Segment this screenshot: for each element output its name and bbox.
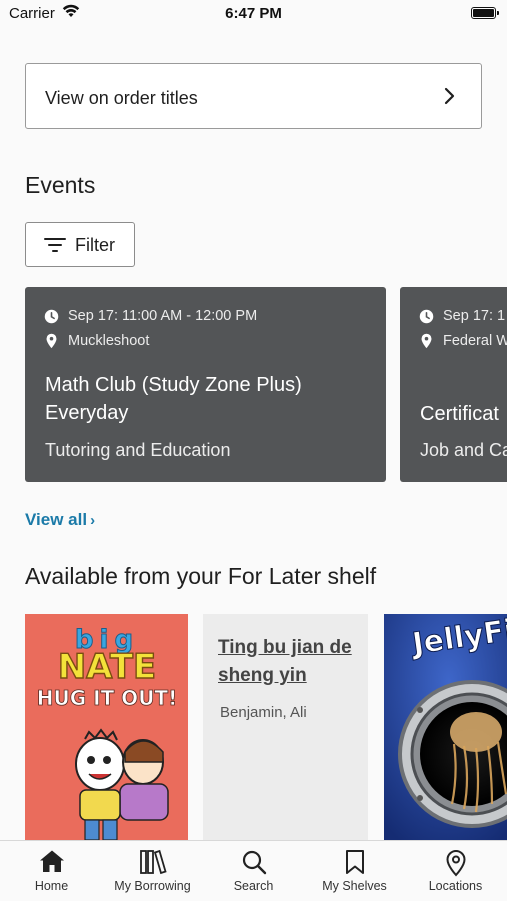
status-bar: Carrier 6:47 PM [0, 0, 507, 30]
view-all-events-link[interactable]: View all › [25, 510, 95, 530]
event-title: Math Club (Study Zone Plus) Everyday [45, 374, 302, 424]
tab-label: Locations [428, 879, 483, 893]
tab-label: My Borrowing [114, 879, 191, 893]
book-cover[interactable]: Ting bu jian de sheng yin Benjamin, Ali [203, 614, 368, 840]
clock-icon [44, 309, 59, 323]
location-pin-icon [46, 333, 57, 349]
event-time-row: Sep 17: 11:00 AM - 12:00 PM [44, 308, 257, 324]
view-on-order-titles-label: View on order titles [45, 88, 198, 108]
event-location: Federal W [443, 333, 507, 349]
cover-text-bottom: HUG IT OUT! [37, 686, 177, 710]
view-on-order-titles-button[interactable]: View on order titles [25, 63, 482, 129]
event-time-row: Sep 17: 1 [419, 308, 505, 324]
book-title[interactable]: Ting bu jian de sheng yin [218, 634, 358, 690]
tab-label: Home [34, 879, 69, 893]
filter-button[interactable]: Filter [25, 222, 135, 267]
bookmark-icon [344, 849, 366, 880]
event-card[interactable]: Sep 17: 1 Federal W Certificat Job and C… [400, 287, 507, 482]
event-category: Tutoring and Education [45, 440, 231, 460]
battery-icon [471, 7, 499, 19]
tab-label: My Shelves [322, 879, 387, 893]
event-location: Muckleshoot [68, 333, 150, 349]
event-location-row: Muckleshoot [44, 333, 149, 349]
tab-locations[interactable]: Locations [405, 841, 506, 901]
book-author: Benjamin, Ali [220, 704, 307, 721]
location-pin-icon [421, 333, 432, 349]
event-category: Job and Ca [420, 440, 507, 460]
tab-label: Search [233, 879, 274, 893]
chevron-right-icon: › [90, 512, 96, 529]
tab-my-shelves[interactable]: My Shelves [304, 841, 405, 901]
books-icon [139, 849, 167, 880]
book-cover[interactable]: JellyFi [384, 614, 507, 840]
search-icon [241, 849, 267, 880]
home-icon [39, 849, 65, 878]
event-location-row: Federal W [419, 333, 507, 349]
tab-home[interactable]: Home [1, 841, 102, 901]
event-time: Sep 17: 1 [443, 308, 506, 324]
view-all-label: View all [25, 510, 88, 529]
for-later-shelf-heading: Available from your For Later shelf [25, 563, 377, 589]
filter-label: Filter [75, 235, 115, 255]
bottom-tab-bar: Home My Borrowing Search My Shelves Loca… [0, 840, 507, 901]
clock-time: 6:47 PM [225, 5, 282, 22]
event-title: Certificat [420, 403, 499, 425]
event-time: Sep 17: 11:00 AM - 12:00 PM [68, 308, 258, 324]
filter-icon [44, 236, 66, 259]
cover-text-mid: NATE [58, 647, 157, 687]
clock-icon [419, 309, 434, 323]
tab-search[interactable]: Search [203, 841, 304, 901]
jellyfish-cover-art: JellyFi [384, 614, 507, 840]
chevron-right-icon [443, 87, 455, 110]
location-pin-icon [445, 849, 467, 882]
event-card[interactable]: Sep 17: 11:00 AM - 12:00 PM Muckleshoot … [25, 287, 386, 482]
book-cover[interactable]: big NATE HUG IT OUT! [25, 614, 188, 840]
big-nate-cover-art: big NATE HUG IT OUT! [25, 614, 188, 840]
tab-my-borrowing[interactable]: My Borrowing [102, 841, 203, 901]
events-heading: Events [25, 172, 96, 198]
